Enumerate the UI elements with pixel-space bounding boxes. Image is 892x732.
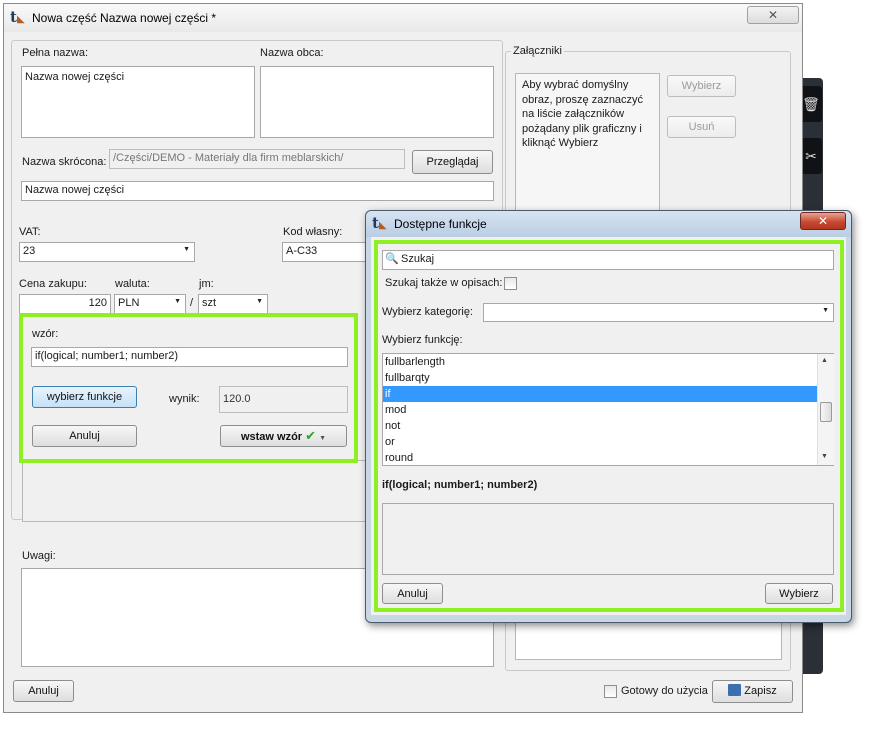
checkmark-icon: ✔ [305,428,317,443]
function-list[interactable]: fullbarlength fullbarqty if mod not or round ▲… [382,353,834,466]
unit-select[interactable]: szt [198,294,268,314]
choose-image-button[interactable]: Wybierz [667,75,736,97]
search-input[interactable]: Szukaj [382,250,834,270]
unit-label: jm: [199,278,214,290]
function-description [382,503,834,575]
function-signature: if(logical; number1; number2) [382,479,538,491]
own-code-field[interactable]: A-C33 [282,242,366,262]
choose-function-button[interactable]: wybierz funkcje [32,386,137,408]
category-select[interactable] [483,303,834,322]
foreign-name-field[interactable] [260,66,494,138]
dialog-cancel-button[interactable]: Anuluj [382,583,443,604]
formula-label: wzór: [32,328,59,340]
ready-checkbox-label: Gotowy do użycia [621,685,708,697]
unit-select-value: szt [202,297,217,309]
scroll-up-icon[interactable]: ▲ [821,357,828,364]
own-code-label: Kod własny: [283,226,343,238]
foreign-name-label: Nazwa obca: [260,47,324,59]
category-path-field: /Części/DEMO - Materiały dla firm meblar… [109,149,405,169]
function-list-item[interactable]: not [383,418,817,434]
function-label: Wybierz funkcję: [382,334,463,346]
close-icon: ✕ [767,8,779,22]
cancel-button[interactable]: Anuluj [13,680,74,702]
full-name-label: Pełna nazwa: [22,47,89,59]
scroll-down-icon[interactable]: ▼ [821,453,828,460]
vat-label: VAT: [19,226,41,238]
search-descriptions-checkbox[interactable] [504,277,517,290]
scissors-icon: ✂ [800,138,822,174]
search-icon: 🔍 [385,253,399,265]
purchase-price-label: Cena zakupu: [19,278,87,290]
dialog-title: Dostępne funkcje [394,217,487,231]
unit-separator: / [190,297,194,309]
floppy-disk-icon [728,684,742,696]
full-name-field[interactable]: Nazwa nowej części [21,66,255,138]
function-list-item[interactable]: round [383,450,817,466]
insert-formula-label: wstaw wzór [240,431,303,443]
dialog-close-button[interactable]: ✕ [800,212,846,230]
insert-formula-button[interactable]: wstaw wzór ✔ ▼ [220,425,347,447]
search-descriptions-label: Szukaj także w opisach: [385,277,503,289]
dropdown-arrow-icon: ▼ [319,435,327,442]
function-list-items: fullbarlength fullbarqty if mod not or round [383,354,817,466]
currency-select[interactable]: PLN [114,294,186,314]
formula-cancel-button[interactable]: Anuluj [32,425,137,447]
function-list-item[interactable]: or [383,434,817,450]
category-label: Wybierz kategorię: [382,306,473,318]
window-close-button[interactable]: ✕ [747,6,799,24]
browse-button[interactable]: Przeglądaj [412,150,493,174]
short-name-field[interactable]: Nazwa nowej części [21,181,494,201]
function-list-item[interactable]: mod [383,402,817,418]
save-button-label: Zapisz [744,685,777,697]
function-list-item[interactable]: if [383,386,817,402]
attachments-hint: Aby wybrać domyślny obraz, proszę zaznac… [515,73,660,213]
trash-icon: 🗑 [800,86,822,122]
save-button[interactable]: Zapisz [712,680,793,703]
dialog-logo-icon: t◣ [372,214,387,232]
attachments-label: Załączniki [511,45,564,57]
delete-attachment-button[interactable]: Usuń [667,116,736,138]
result-field: 120.0 [219,386,348,413]
vat-select[interactable]: 23 [19,242,195,262]
purchase-price-field[interactable]: 120 [19,294,111,314]
function-list-scrollbar[interactable]: ▲ ▼ [817,354,834,465]
formula-input[interactable]: if(logical; number1; number2) [31,347,348,367]
function-list-item[interactable]: fullbarqty [383,370,817,386]
close-icon: ✕ [817,214,829,228]
short-name-label: Nazwa skrócona: [22,156,107,168]
app-logo-icon: t◣ [10,8,25,26]
dialog-choose-button[interactable]: Wybierz [765,583,833,604]
ready-checkbox[interactable] [604,685,617,698]
vat-select-value: 23 [23,245,36,257]
result-label: wynik: [169,393,200,405]
function-list-item[interactable]: fullbarlength [383,354,817,370]
currency-label: waluta: [115,278,150,290]
currency-select-value: PLN [118,297,140,309]
window-title: Nowa część Nazwa nowej części * [32,11,217,25]
attachments-list[interactable] [515,622,782,660]
scroll-thumb[interactable] [820,402,832,422]
notes-label: Uwagi: [22,550,56,562]
